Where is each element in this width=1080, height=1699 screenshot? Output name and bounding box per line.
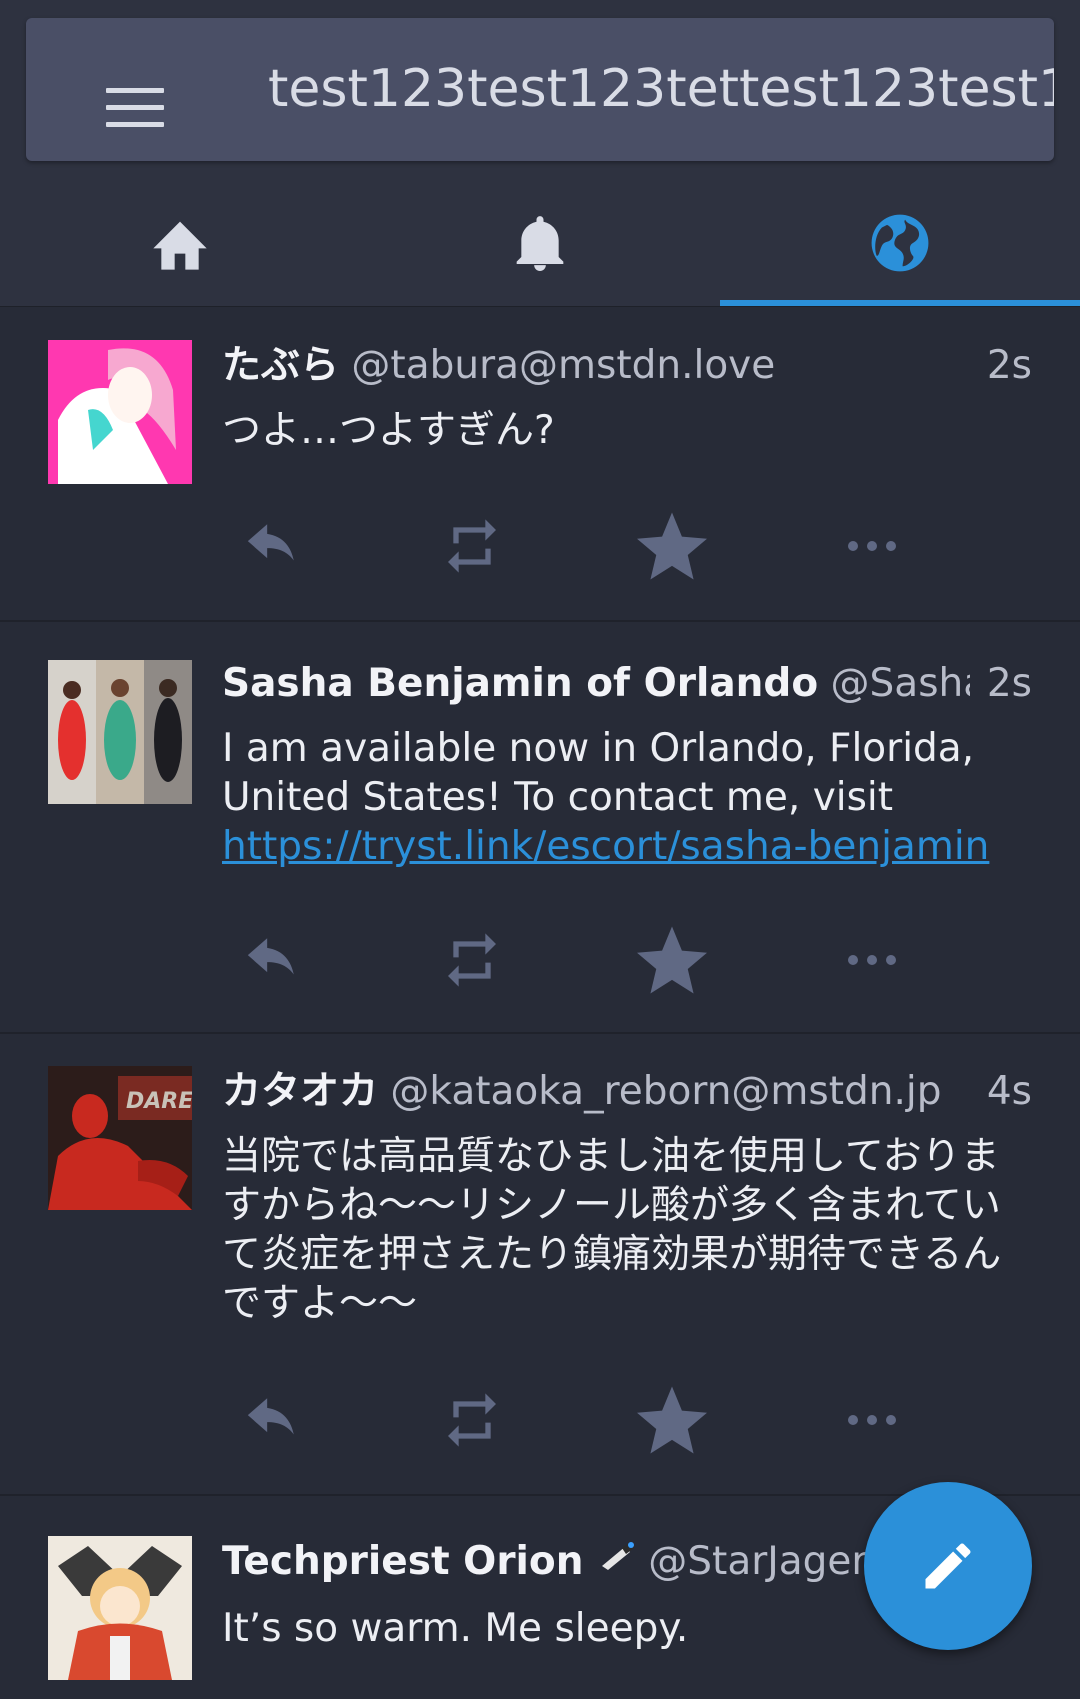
status-header: Techpriest Orion @StarJager@ xyxy=(222,1532,920,1592)
more-icon xyxy=(848,1415,896,1425)
timestamp[interactable]: 2s xyxy=(987,336,1032,396)
app-bar: test123test123tettest123test123e xyxy=(0,0,1080,180)
status-actions xyxy=(222,1380,942,1460)
avatar[interactable] xyxy=(48,1536,192,1680)
timestamp[interactable]: 4s xyxy=(987,1062,1032,1122)
favourite-icon xyxy=(637,926,707,994)
account-handle[interactable]: @kataoka_reborn@mstdn.jp xyxy=(390,1069,941,1114)
status-actions xyxy=(222,920,942,1000)
favourite-button[interactable] xyxy=(632,506,712,586)
status-item[interactable]: たぶら @tabura@mstdn.love 2s つよ…つよすぎん? xyxy=(0,306,1080,622)
compose-button[interactable] xyxy=(864,1482,1032,1650)
avatar[interactable] xyxy=(48,340,192,484)
favourite-icon xyxy=(637,1386,707,1454)
timestamp[interactable]: 2s xyxy=(987,654,1032,714)
timeline-tabs xyxy=(0,180,1080,307)
display-name[interactable]: カタオカ xyxy=(222,1069,378,1114)
display-name[interactable]: Sasha Benjamin of Orlando xyxy=(222,661,818,706)
favourite-icon xyxy=(637,512,707,580)
boost-icon xyxy=(448,1393,496,1447)
favourite-button[interactable] xyxy=(632,920,712,1000)
display-name[interactable]: Techpriest Orion xyxy=(222,1539,583,1584)
reply-icon xyxy=(247,524,294,561)
status-content: I am available now in Orlando, Florida, … xyxy=(222,724,1022,871)
tab-notifications[interactable] xyxy=(360,180,720,306)
boost-button[interactable] xyxy=(432,920,512,1000)
avatar[interactable] xyxy=(48,660,192,804)
tab-federated[interactable] xyxy=(720,180,1080,306)
account-handle[interactable]: @tabura@mstdn.love xyxy=(351,343,775,388)
bell-icon xyxy=(516,216,564,271)
status-content: つよ…つよすぎん? xyxy=(222,408,555,453)
globe-icon xyxy=(871,214,929,272)
reply-button[interactable] xyxy=(232,1380,312,1460)
status-actions xyxy=(222,506,942,586)
status-header: Sasha Benjamin of Orlando @Sashabe… xyxy=(222,654,970,714)
reply-button[interactable] xyxy=(232,506,312,586)
status-header: カタオカ @kataoka_reborn@mstdn.jp xyxy=(222,1062,1032,1122)
pencil-icon xyxy=(925,1543,971,1589)
more-icon xyxy=(848,541,896,551)
status-text: I am available now in Orlando, Florida, … xyxy=(222,726,975,820)
reply-button[interactable] xyxy=(232,920,312,1000)
status-item[interactable]: Sasha Benjamin of Orlando @Sashabe… 2s I… xyxy=(0,620,1080,1034)
reply-icon xyxy=(247,938,294,975)
search-input[interactable]: test123test123tettest123test123e xyxy=(268,18,1054,161)
boost-button[interactable] xyxy=(432,506,512,586)
more-button[interactable] xyxy=(832,1380,912,1460)
more-button[interactable] xyxy=(832,506,912,586)
boost-icon xyxy=(448,933,496,987)
avatar[interactable]: DARE xyxy=(48,1066,192,1210)
svg-text:DARE: DARE xyxy=(126,1089,192,1114)
boost-icon xyxy=(448,519,496,573)
display-name[interactable]: たぶら xyxy=(222,343,339,388)
search-bar[interactable]: test123test123tettest123test123e xyxy=(26,18,1054,161)
telescope-emoji-icon xyxy=(596,1534,636,1593)
more-icon xyxy=(848,955,896,965)
hamburger-menu-icon[interactable] xyxy=(106,88,164,128)
tab-home[interactable] xyxy=(0,180,360,306)
status-item[interactable]: DARE カタオカ @kataoka_reborn@mstdn.jp 4s 当院… xyxy=(0,1032,1080,1496)
more-button[interactable] xyxy=(832,920,912,1000)
favourite-button[interactable] xyxy=(632,1380,712,1460)
home-icon xyxy=(153,221,207,270)
status-content: 当院では高品質なひまし油を使用しておりますからね〜〜リシノール酸が多く含まれてい… xyxy=(222,1134,1002,1326)
reply-icon xyxy=(247,1398,294,1435)
status-header: たぶら @tabura@mstdn.love xyxy=(222,336,1032,396)
status-link[interactable]: https://tryst.link/escort/sasha-benjamin xyxy=(222,824,989,869)
account-handle[interactable]: @Sashabe… xyxy=(831,661,970,706)
boost-button[interactable] xyxy=(432,1380,512,1460)
